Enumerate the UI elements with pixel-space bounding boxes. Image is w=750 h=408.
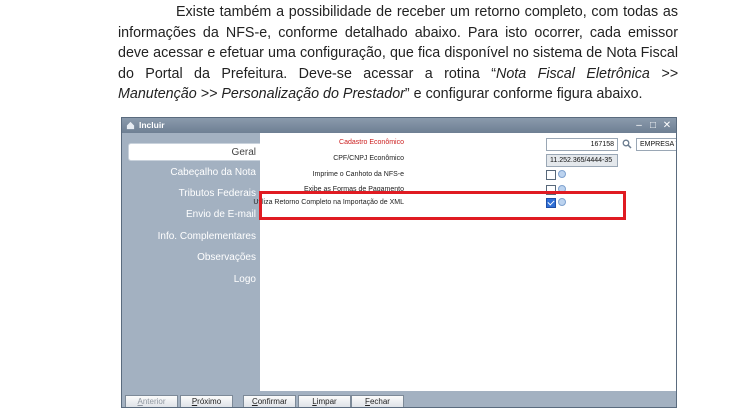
fechar-label: echar	[369, 397, 390, 406]
cadastro-label: Cadastro Econômico	[339, 139, 404, 146]
minimize-icon[interactable]: –	[634, 120, 644, 131]
anterior-label: nterior	[142, 397, 166, 406]
form-area: Cadastro Econômico 167158 EMPRESA TESTE …	[253, 133, 676, 391]
fechar-button[interactable]: Fechar	[351, 395, 404, 407]
empresa-input[interactable]: EMPRESA TESTE DE SINCRONIZAÇÃO DATAM	[636, 138, 676, 151]
formas-checkbox[interactable]	[546, 185, 556, 195]
sidebar-item-logo[interactable]: Logo	[128, 271, 260, 289]
limpar-label: impar	[316, 397, 337, 406]
document-paragraph: Existe também a possibilidade de receber…	[118, 2, 678, 105]
incluir-window: Incluir – □ ✕ Geral Cabeçalho da Nota Tr…	[121, 117, 677, 408]
sidebar-item-email[interactable]: Envio de E-mail	[128, 206, 260, 224]
anterior-button[interactable]: Anterior	[125, 395, 178, 407]
search-icon[interactable]	[622, 139, 632, 149]
window-title: Incluir	[139, 120, 165, 130]
sidebar-item-observacoes[interactable]: Observações	[128, 249, 260, 267]
cpf-input: 11.252.365/4444-35	[546, 154, 618, 167]
sidebar: Geral Cabeçalho da Nota Tributos Federai…	[122, 133, 260, 391]
canhoto-help-icon[interactable]	[558, 170, 566, 178]
window-titlebar: Incluir – □ ✕	[122, 118, 676, 133]
paragraph-text-2: ” e configurar conforme figura abaixo.	[404, 86, 643, 102]
retorno-checkbox[interactable]	[546, 198, 556, 208]
sidebar-item-geral[interactable]: Geral	[128, 143, 260, 161]
proximo-button[interactable]: Próximo	[180, 395, 233, 407]
confirmar-button[interactable]: Confirmar	[243, 395, 296, 407]
retorno-label: Utiliza Retorno Completo na Importação d…	[253, 199, 404, 206]
window-controls: – □ ✕	[634, 118, 672, 133]
retorno-help-icon[interactable]	[558, 198, 566, 206]
canhoto-label: Imprime o Canhoto da NFS-e	[312, 171, 404, 178]
cadastro-input[interactable]: 167158	[546, 138, 618, 151]
window-footer: Anterior Próximo Confirmar Limpar Fechar	[122, 391, 676, 407]
close-icon[interactable]: ✕	[662, 120, 672, 131]
proximo-label: róximo	[197, 397, 222, 406]
home-icon	[126, 121, 135, 130]
formas-help-icon[interactable]	[558, 185, 566, 193]
limpar-button[interactable]: Limpar	[298, 395, 351, 407]
formas-label: Exibe as Formas de Pagamento	[304, 186, 404, 193]
sidebar-item-tributos[interactable]: Tributos Federais	[128, 185, 260, 203]
sidebar-item-cabecalho[interactable]: Cabeçalho da Nota	[128, 164, 260, 182]
sidebar-item-info[interactable]: Info. Complementares	[128, 228, 260, 246]
cpf-label: CPF/CNPJ Econômico	[333, 155, 404, 162]
confirmar-label: onfirmar	[257, 397, 288, 406]
maximize-icon[interactable]: □	[648, 120, 658, 131]
canhoto-checkbox[interactable]	[546, 170, 556, 180]
